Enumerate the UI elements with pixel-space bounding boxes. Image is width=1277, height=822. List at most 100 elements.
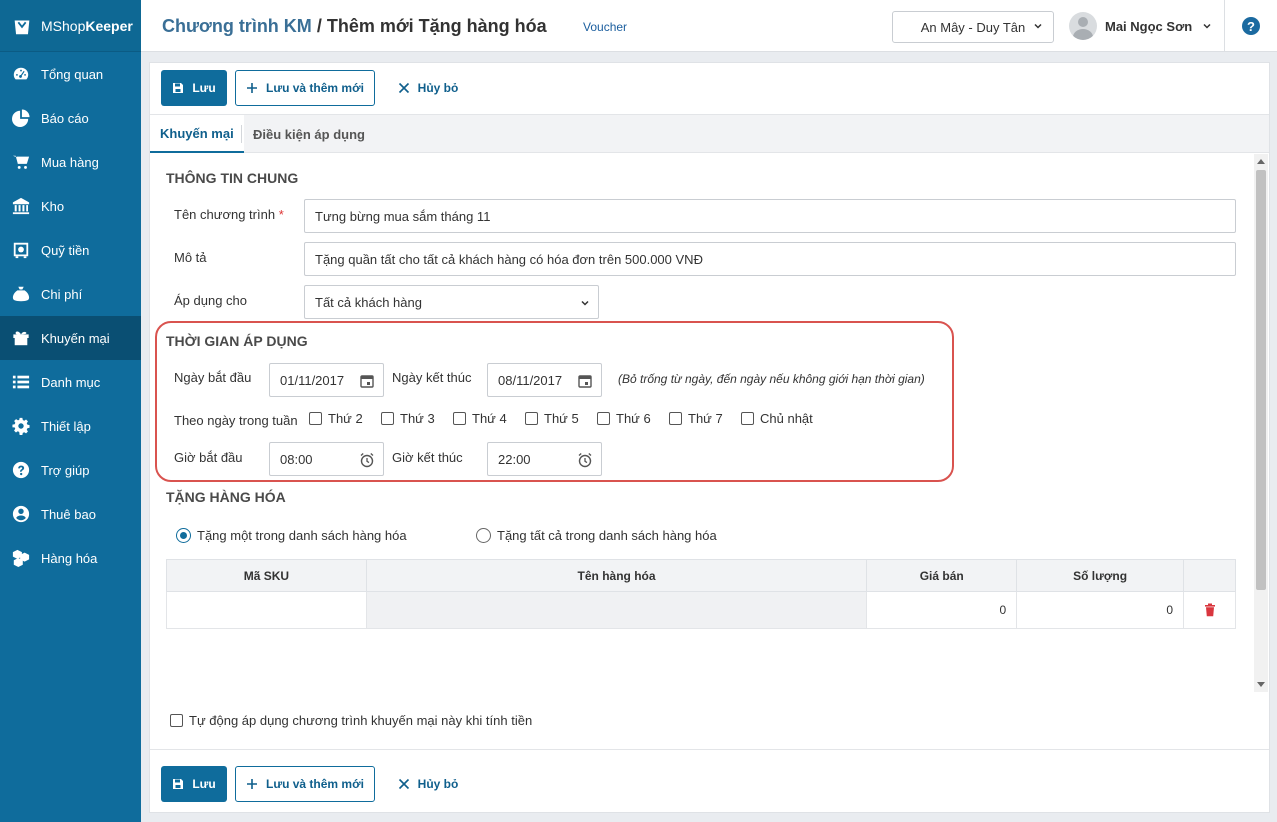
start-time-input[interactable]: 08:00	[269, 442, 384, 476]
alarm-clock-icon[interactable]	[359, 452, 375, 468]
sidebar-item[interactable]: Khuyến mại	[0, 316, 141, 360]
gift-one-radio[interactable]: Tặng một trong danh sách hàng hóa	[176, 528, 407, 543]
help-icon[interactable]: ?	[1242, 17, 1260, 35]
sidebar-item[interactable]: Trợ giúp	[0, 448, 141, 492]
table-row: 0 0	[166, 591, 1236, 629]
footer-save-label: Lưu	[192, 777, 216, 791]
time-section-title: THỜI GIAN ÁP DỤNG	[166, 333, 308, 349]
sidebar-item[interactable]: Kho	[0, 184, 141, 228]
sidebar-item[interactable]: Tổng quan	[0, 52, 141, 96]
form-content: THÔNG TIN CHUNG Tên chương trình * Tưng …	[150, 154, 1255, 692]
cancel-button[interactable]: Hủy bỏ	[388, 70, 468, 106]
pie-chart-icon	[11, 108, 31, 128]
sidebar-item[interactable]: Báo cáo	[0, 96, 141, 140]
sidebar-item-label: Trợ giúp	[41, 462, 90, 478]
sidebar-item-label: Thiết lập	[41, 418, 91, 434]
top-toolbar: Lưu Lưu và thêm mới Hủy bỏ	[150, 63, 1269, 115]
description-input[interactable]: Tặng quần tất cho tất cả khách hàng có h…	[304, 242, 1236, 276]
price-cell[interactable]: 0	[866, 591, 1018, 629]
auto-apply-checkbox[interactable]: Tự động áp dụng chương trình khuyến mại …	[170, 713, 532, 728]
checkbox-unchecked-icon	[597, 412, 610, 425]
sidebar-item-label: Danh mục	[41, 374, 101, 390]
apply-for-label: Áp dụng cho	[174, 293, 248, 308]
weekday-checkbox[interactable]: Chủ nhật	[741, 411, 813, 426]
user-name: Mai Ngọc Sơn	[1105, 18, 1193, 34]
sidebar-item[interactable]: Quỹ tiền	[0, 228, 141, 272]
start-date-input[interactable]: 01/11/2017	[269, 363, 384, 397]
header-divider	[1224, 0, 1225, 52]
content-scrollbar[interactable]	[1254, 154, 1268, 692]
column-header-qty: Số lượng	[1016, 559, 1185, 592]
warehouse-icon	[11, 196, 31, 216]
save-and-new-button[interactable]: Lưu và thêm mới	[235, 70, 375, 106]
money-bag-icon	[11, 284, 31, 304]
scroll-down-arrow-icon[interactable]	[1257, 682, 1265, 687]
end-date-input[interactable]: 08/11/2017	[487, 363, 602, 397]
branch-select[interactable]: An Mây - Duy Tân	[892, 11, 1054, 43]
table-header-row: Mã SKU Tên hàng hóa Giá bán Số lượng	[166, 559, 1236, 592]
alarm-clock-icon[interactable]	[577, 452, 593, 468]
tab-conditions[interactable]: Điều kiện áp dụng	[243, 115, 375, 153]
sidebar-item[interactable]: Hàng hóa	[0, 536, 141, 580]
calendar-icon[interactable]	[577, 373, 593, 389]
weekday-checkbox[interactable]: Thứ 4	[453, 411, 507, 426]
sku-cell[interactable]	[166, 591, 367, 629]
end-date-label: Ngày kết thúc	[392, 370, 472, 385]
weekday-checkbox[interactable]: Thứ 5	[525, 411, 579, 426]
scroll-up-arrow-icon[interactable]	[1257, 159, 1265, 164]
footer-cancel-label: Hủy bỏ	[417, 777, 459, 791]
trash-icon[interactable]	[1203, 603, 1217, 617]
checkbox-unchecked-icon	[669, 412, 682, 425]
voucher-link[interactable]: Voucher	[583, 20, 627, 34]
sidebar-item[interactable]: Danh mục	[0, 360, 141, 404]
gift-all-label: Tặng tất cả trong danh sách hàng hóa	[497, 528, 717, 543]
weekday-label: Chủ nhật	[760, 411, 813, 426]
weekday-label: Theo ngày trong tuần	[174, 413, 298, 428]
sidebar-item-label: Quỹ tiền	[41, 242, 90, 258]
breadcrumb-parent[interactable]: Chương trình KM	[162, 16, 312, 36]
footer-save-and-new-button[interactable]: Lưu và thêm mới	[235, 766, 375, 802]
sidebar-item[interactable]: Mua hàng	[0, 140, 141, 184]
gift-icon	[11, 328, 31, 348]
sidebar-item[interactable]: Thuê bao	[0, 492, 141, 536]
gift-all-radio[interactable]: Tặng tất cả trong danh sách hàng hóa	[476, 528, 717, 543]
scrollbar-thumb[interactable]	[1256, 170, 1266, 590]
sidebar-item-label: Hàng hóa	[41, 550, 98, 566]
tab-promotion[interactable]: Khuyến mại	[150, 115, 244, 153]
user-icon	[11, 504, 31, 524]
apply-for-select[interactable]: Tất cả khách hàng	[304, 285, 599, 319]
app-logo[interactable]: MShopKeeper	[0, 0, 141, 52]
footer-save-button[interactable]: Lưu	[161, 766, 227, 802]
general-info-title: THÔNG TIN CHUNG	[166, 170, 299, 186]
main-panel: Lưu Lưu và thêm mới Hủy bỏ Khuyến mại Đi…	[149, 62, 1270, 813]
end-time-input[interactable]: 22:00	[487, 442, 602, 476]
chevron-down-icon	[1203, 23, 1211, 29]
footer-cancel-button[interactable]: Hủy bỏ	[388, 766, 468, 802]
sidebar-item-label: Mua hàng	[41, 154, 99, 170]
quantity-cell[interactable]: 0	[1016, 591, 1185, 629]
calendar-icon[interactable]	[359, 373, 375, 389]
user-menu[interactable]: Mai Ngọc Sơn	[1069, 12, 1212, 40]
program-name-input[interactable]: Tưng bừng mua sắm tháng 11	[304, 199, 1236, 233]
weekday-label: Thứ 6	[616, 411, 651, 426]
tab-bar: Khuyến mại Điều kiện áp dụng	[150, 115, 1269, 153]
plus-icon	[247, 83, 258, 93]
column-header-price: Giá bán	[866, 559, 1018, 592]
start-date-label: Ngày bắt đầu	[174, 370, 252, 385]
weekday-checkbox[interactable]: Thứ 3	[381, 411, 435, 426]
weekday-checkbox[interactable]: Thứ 6	[597, 411, 651, 426]
save-icon	[173, 83, 184, 93]
weekday-checkbox[interactable]: Thứ 2	[309, 411, 363, 426]
gear-icon	[11, 416, 31, 436]
help-icon	[11, 460, 31, 480]
sidebar-item[interactable]: Chi phí	[0, 272, 141, 316]
end-time-value: 22:00	[498, 451, 531, 467]
checkbox-unchecked-icon	[525, 412, 538, 425]
gift-items-table: Mã SKU Tên hàng hóa Giá bán Số lượng 0 0	[166, 559, 1236, 629]
sidebar-item-label: Kho	[41, 198, 65, 214]
save-button[interactable]: Lưu	[161, 70, 227, 106]
sidebar-item[interactable]: Thiết lập	[0, 404, 141, 448]
tab-separator	[241, 125, 242, 143]
footer-divider	[150, 749, 1269, 750]
weekday-checkbox[interactable]: Thứ 7	[669, 411, 723, 426]
